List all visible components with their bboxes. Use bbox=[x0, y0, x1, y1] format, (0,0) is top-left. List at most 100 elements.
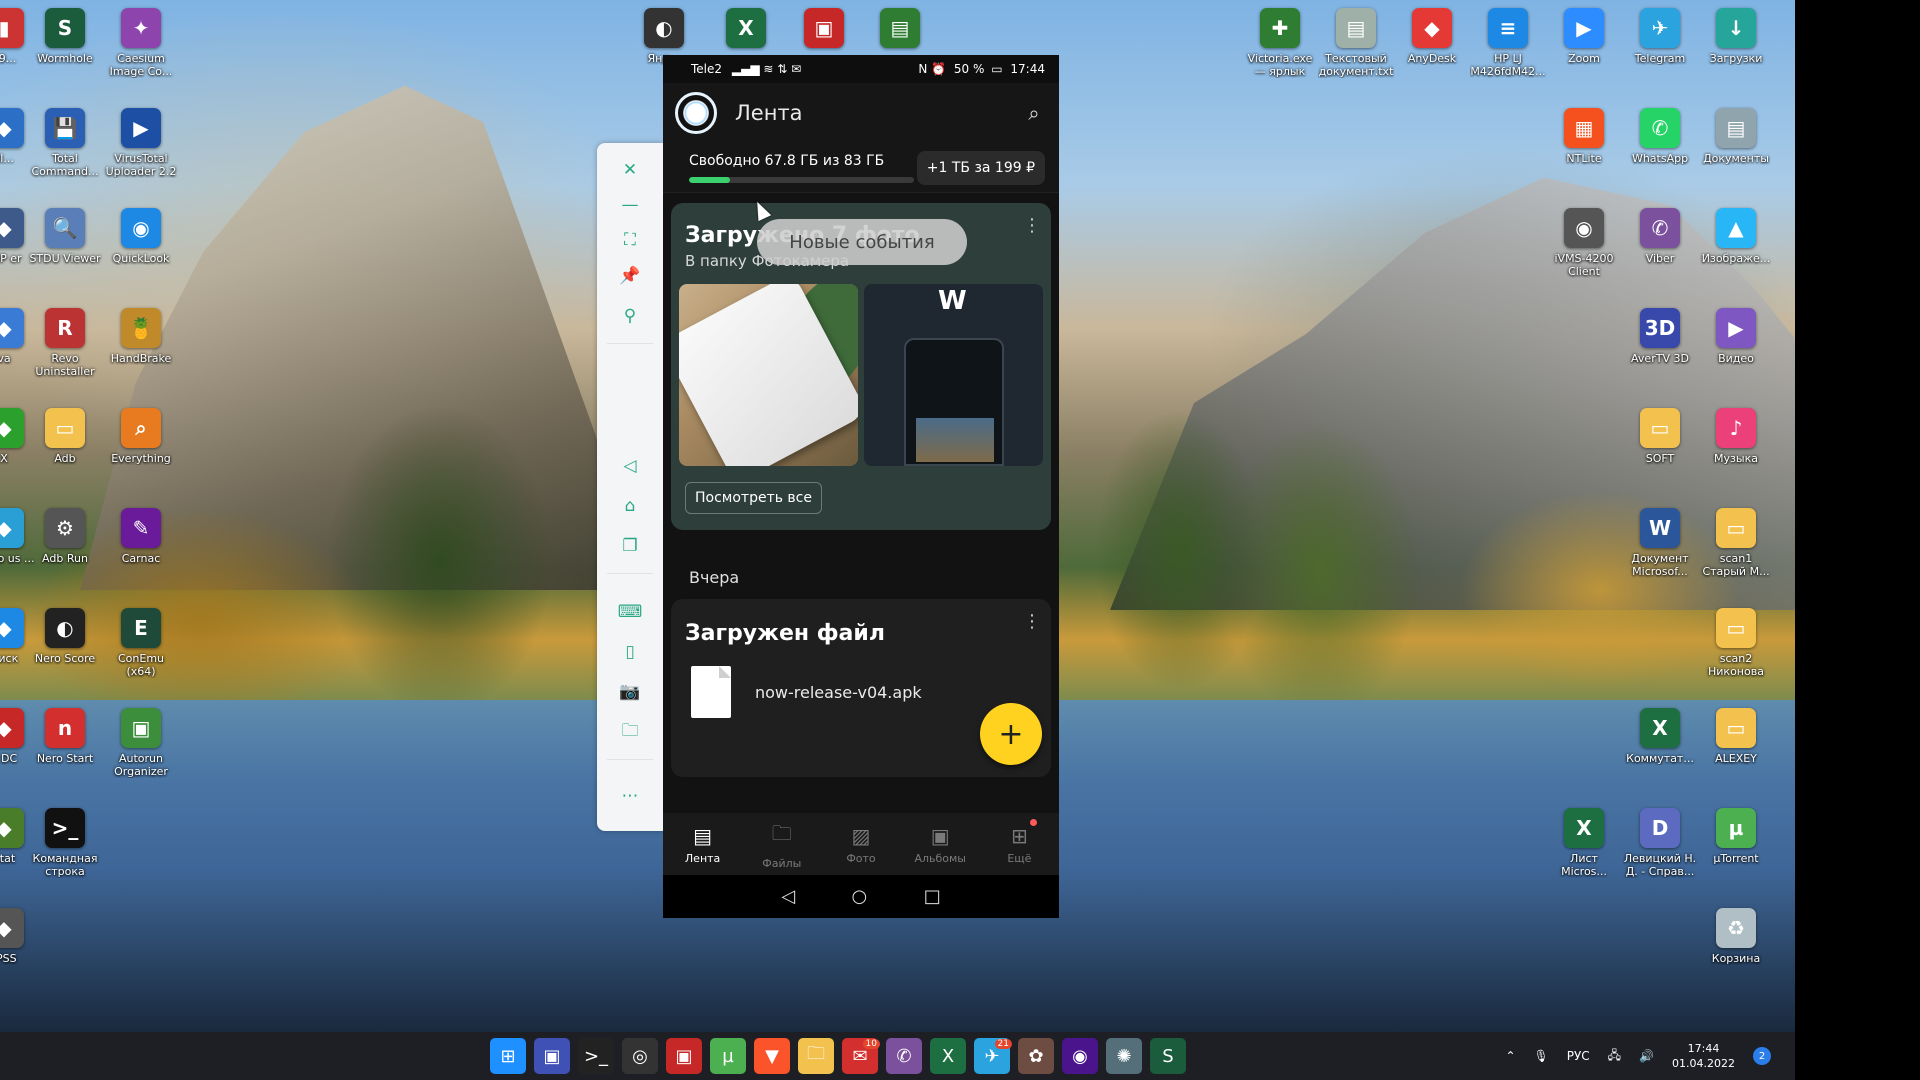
pin-icon[interactable]: 📌 bbox=[617, 263, 643, 289]
key-mapping-icon[interactable]: ⚲ bbox=[617, 303, 643, 329]
add-fab-button[interactable]: + bbox=[980, 703, 1042, 765]
upgrade-storage-button[interactable]: +1 ТБ за 199 ₽ bbox=[916, 150, 1045, 185]
viber-icon[interactable]: ✆ bbox=[886, 1038, 922, 1074]
desktop-shortcut[interactable]: D Левицкий Н. Д. - Справ... bbox=[1622, 808, 1698, 878]
desktop-shortcut[interactable]: ▭ scan1 Старый М... bbox=[1698, 508, 1774, 578]
desktop-shortcut[interactable]: ◆ rPSS bbox=[0, 908, 42, 965]
android-recent-icon[interactable]: □ bbox=[924, 886, 941, 907]
desktop-shortcut[interactable]: ✚ Victoria.exe — ярлык bbox=[1242, 8, 1318, 78]
excel-icon[interactable]: X bbox=[930, 1038, 966, 1074]
photo-thumbnail[interactable] bbox=[679, 284, 858, 466]
nav-tab-photo[interactable]: ▨ Фото bbox=[821, 813, 900, 875]
keyboard-icon[interactable]: ⌨ bbox=[617, 599, 643, 625]
desktop-shortcut[interactable]: ✆ WhatsApp bbox=[1622, 108, 1698, 165]
taskbar-clock[interactable]: 17:44 01.04.2022 bbox=[1672, 1041, 1735, 1071]
nav-tab-albums[interactable]: ▣ Альбомы bbox=[901, 813, 980, 875]
wormhole-icon[interactable]: S bbox=[1150, 1038, 1186, 1074]
desktop-shortcut[interactable]: ◆ d IP er bbox=[0, 208, 42, 265]
back-icon[interactable]: ◁ bbox=[617, 453, 643, 479]
desktop-shortcut[interactable]: X Лист Micros... bbox=[1546, 808, 1622, 878]
tray-chevron-icon[interactable]: ⌃ bbox=[1505, 1049, 1515, 1063]
uploaded-file-card[interactable]: Загружен файл ⋮ now-release-v04.apk + bbox=[671, 599, 1051, 777]
chrome-like-icon[interactable]: ◎ bbox=[622, 1038, 658, 1074]
desktop-shortcut[interactable]: ◆ Stat bbox=[0, 808, 42, 865]
desktop-shortcut[interactable]: ▭ ALEXEY bbox=[1698, 708, 1774, 765]
desktop-shortcut[interactable]: µ µTorrent bbox=[1698, 808, 1774, 865]
rotate-icon[interactable]: ▯ bbox=[617, 639, 643, 665]
android-back-icon[interactable]: ◁ bbox=[781, 886, 795, 907]
nav-tab-more-grid[interactable]: ⊞ Ещё bbox=[980, 813, 1059, 875]
desktop-shortcut[interactable]: ▶ VirusTotal Uploader 2.2 bbox=[103, 108, 179, 178]
more-icon[interactable]: ⋯ bbox=[617, 783, 643, 809]
desktop-shortcut[interactable]: ▭ scan2 Никонова bbox=[1698, 608, 1774, 678]
language-indicator[interactable]: РУС bbox=[1567, 1049, 1590, 1063]
desktop-shortcut[interactable]: ✎ Carnac bbox=[103, 508, 179, 565]
card-more-menu-icon[interactable]: ⋮ bbox=[1023, 215, 1041, 236]
network-icon[interactable]: 🖧 bbox=[1608, 1046, 1621, 1067]
close-icon[interactable]: ✕ bbox=[617, 157, 643, 183]
desktop-shortcut[interactable]: ≡ HP LJ M426fdM42... bbox=[1470, 8, 1546, 78]
desktop-shortcut[interactable]: ◆ Диск bbox=[0, 608, 42, 665]
home-icon[interactable]: ⌂ bbox=[617, 493, 643, 519]
terminal-icon[interactable]: >_ bbox=[578, 1038, 614, 1074]
desktop-shortcut[interactable]: ✆ Viber bbox=[1622, 208, 1698, 265]
remote-desktop-icon[interactable]: ▣ bbox=[666, 1038, 702, 1074]
card-more-menu-icon[interactable]: ⋮ bbox=[1023, 611, 1041, 632]
desktop-shortcut[interactable]: ◆ X bbox=[0, 408, 42, 465]
desktop-shortcut[interactable]: ♻ Корзина bbox=[1698, 908, 1774, 965]
desktop-shortcut[interactable]: ▣ Autorun Organizer bbox=[103, 708, 179, 778]
desktop-shortcut[interactable]: ♪ Музыка bbox=[1698, 408, 1774, 465]
fullscreen-icon[interactable]: ⛶ bbox=[617, 227, 643, 253]
photo-thumbnail[interactable]: W bbox=[864, 284, 1043, 466]
desktop-shortcut[interactable]: 🍍 HandBrake bbox=[103, 308, 179, 365]
file-explorer-icon[interactable]: 🗀 bbox=[798, 1038, 834, 1074]
explorer-pc-icon[interactable]: ▣ bbox=[534, 1038, 570, 1074]
volume-icon[interactable]: 🔊 bbox=[1639, 1049, 1654, 1063]
desktop-shortcut[interactable]: ▭ SOFT bbox=[1622, 408, 1698, 465]
desktop-shortcut[interactable]: ◉ iVMS-4200 Client bbox=[1546, 208, 1622, 278]
upload-photos-card[interactable]: Загружено 7 фото В папку Фотокамера ⋮ Но… bbox=[671, 203, 1051, 530]
desktop-shortcut[interactable]: ▶ Видео bbox=[1698, 308, 1774, 365]
desktop-shortcut[interactable]: ✈ Telegram bbox=[1622, 8, 1698, 65]
mail-icon[interactable]: ✉ 10 bbox=[842, 1038, 880, 1074]
desktop-shortcut[interactable]: ▶ Zoom bbox=[1546, 8, 1622, 65]
paint-icon[interactable]: ✿ bbox=[1018, 1038, 1054, 1074]
file-row[interactable]: now-release-v04.apk bbox=[685, 666, 1037, 718]
new-events-toast[interactable]: Новые события bbox=[757, 219, 967, 265]
desktop-shortcut[interactable]: X Коммутат... bbox=[1622, 708, 1698, 765]
app-logo-icon[interactable] bbox=[675, 92, 717, 134]
desktop-shortcut[interactable]: W Документ Microsof... bbox=[1622, 508, 1698, 578]
desktop-shortcut[interactable]: ◉ QuickLook bbox=[103, 208, 179, 265]
desktop-shortcut[interactable]: ✦ Caesium Image Co... bbox=[103, 8, 179, 78]
desktop-shortcut[interactable]: ▮ 19... bbox=[0, 8, 42, 65]
media-icon[interactable]: ◉ bbox=[1062, 1038, 1098, 1074]
desktop-shortcut[interactable]: ↓ Загрузки bbox=[1698, 8, 1774, 65]
android-home-icon[interactable]: ○ bbox=[852, 886, 868, 907]
search-icon[interactable]: ⌕ bbox=[1021, 100, 1047, 126]
desktop-shortcut[interactable]: X bbox=[708, 8, 784, 52]
microphone-icon[interactable]: 🎙 bbox=[1534, 1049, 1549, 1063]
desktop-shortcut[interactable]: ◆ va bbox=[0, 308, 42, 365]
storage-panel[interactable]: Свободно 67.8 ГБ из 83 ГБ +1 ТБ за 199 ₽ bbox=[663, 143, 1059, 193]
desktop-shortcut[interactable]: ▤ bbox=[862, 8, 938, 52]
minimize-icon[interactable]: — bbox=[617, 192, 643, 218]
utorrent-icon[interactable]: µ bbox=[710, 1038, 746, 1074]
desktop-shortcut[interactable]: ▤ Текстовый документ.txt bbox=[1318, 8, 1394, 78]
nav-tab-feed[interactable]: ▤ Лента bbox=[663, 813, 742, 875]
desktop-shortcut[interactable]: ▤ Документы bbox=[1698, 108, 1774, 165]
telegram-icon[interactable]: ✈ 21 bbox=[974, 1038, 1012, 1074]
desktop-shortcut[interactable]: ◆ Video us ... bbox=[0, 508, 42, 565]
nav-tab-files[interactable]: 🗀 Файлы bbox=[742, 813, 821, 875]
view-all-button[interactable]: Посмотреть все bbox=[685, 482, 822, 514]
desktop-shortcut[interactable]: E ConEmu (x64) bbox=[103, 608, 179, 678]
desktop-shortcut[interactable]: ▣ bbox=[786, 8, 862, 52]
screenshot-icon[interactable]: 📷 bbox=[617, 679, 643, 705]
folder-icon[interactable]: 🗀 bbox=[617, 719, 643, 745]
desktop-shortcut[interactable]: ◆ AnyDesk bbox=[1394, 8, 1470, 65]
desktop-shortcut[interactable]: 3D AverTV 3D bbox=[1622, 308, 1698, 365]
recent-apps-icon[interactable]: ❐ bbox=[617, 533, 643, 559]
desktop-shortcut[interactable]: ◆ ill... bbox=[0, 108, 42, 165]
desktop-shortcut[interactable]: ▲ Изображе... bbox=[1698, 208, 1774, 265]
desktop-shortcut[interactable]: ▦ NTLite bbox=[1546, 108, 1622, 165]
desktop-shortcut[interactable]: ⌕ Everything bbox=[103, 408, 179, 465]
